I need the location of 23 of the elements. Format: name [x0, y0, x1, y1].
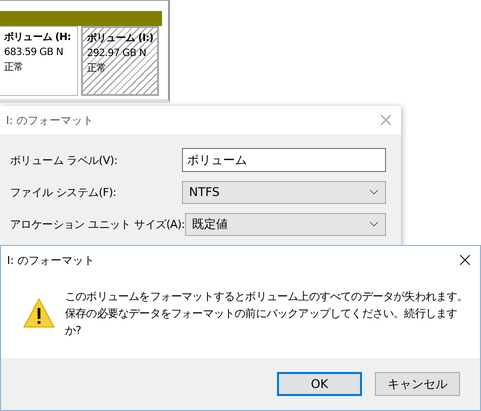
field-label: アロケーション ユニット サイズ(A):: [10, 216, 185, 232]
dialog-button[interactable]: キャンセル: [375, 372, 460, 396]
warning-icon: [23, 298, 55, 328]
dialog-button[interactable]: OK: [277, 372, 362, 396]
volume-label-field[interactable]: ボリューム: [182, 148, 386, 172]
dropdown[interactable]: NTFS: [182, 180, 386, 204]
partition-size: 292.97 GB N: [87, 47, 148, 61]
close-icon[interactable]: [460, 255, 470, 265]
dialog-title: I: のフォーマット: [7, 252, 94, 268]
dropdown[interactable]: 既定値: [184, 212, 386, 236]
partition-size: 683.59 GB N: [4, 46, 64, 60]
field-label: ボリューム ラベル(V):: [10, 152, 118, 168]
partition-block[interactable]: ボリューム (I:) 292.97 GB N 正常: [81, 26, 159, 96]
partition-status: 正常: [87, 62, 108, 76]
chevron-down-icon: [369, 221, 379, 227]
dialog-title: I: のフォーマット: [6, 112, 94, 128]
field-label: ファイル システム(F):: [10, 184, 116, 200]
chevron-down-icon: [369, 189, 379, 195]
partition-label: ボリューム (H:: [4, 31, 72, 45]
partition-block[interactable]: ボリューム (H: 683.59 GB N 正常: [0, 26, 78, 96]
partition-label: ボリューム (I:): [87, 32, 154, 46]
warning-message: このボリュームをフォーマットするとボリューム上のすべてのデータが失われます。保存の必要なデータをフォーマットの前にバックアップしてください。続行しますか?: [65, 288, 469, 338]
partition-status: 正常: [4, 60, 24, 75]
